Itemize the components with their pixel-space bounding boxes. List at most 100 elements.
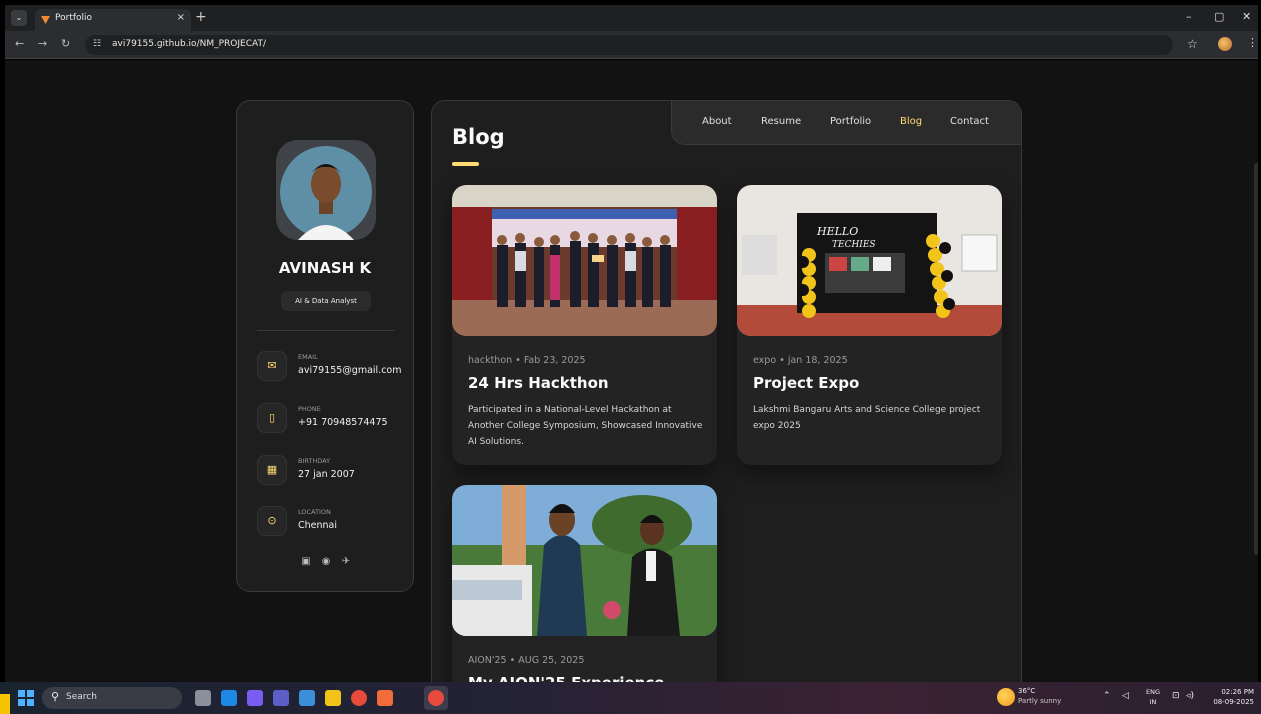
page-title: Blog: [452, 125, 505, 149]
tab-search-button[interactable]: ⌄: [11, 10, 27, 26]
tab-title: Portfolio: [55, 13, 93, 23]
title-underline: [452, 162, 479, 166]
sidebar-divider: [257, 330, 395, 331]
new-tab-button[interactable]: +: [195, 9, 207, 25]
contact-label: BIRTHDAY: [298, 457, 331, 465]
search-label: Search: [66, 692, 97, 702]
contact-label: LOCATION: [298, 508, 331, 516]
profile-sidebar: AVINASH K AI & Data Analyst ✉ EMAIL avi7…: [236, 100, 414, 592]
post-category: expo: [753, 355, 777, 366]
meta-dot: •: [779, 355, 788, 366]
close-window-button[interactable]: ✕: [1242, 10, 1251, 23]
tab-close-icon[interactable]: ×: [177, 12, 185, 23]
bookmark-star-icon[interactable]: ☆: [1187, 37, 1198, 51]
taskbar: ⚲ Search 36°C Partly sunny ⌃ ◁ ENG IN ⊡ …: [0, 682, 1261, 714]
corner-accent: [0, 694, 10, 714]
menu-kebab-icon[interactable]: ⋮: [1247, 36, 1258, 49]
clock-time: 02:26 PM: [1221, 688, 1254, 696]
windows-start-icon[interactable]: [18, 690, 34, 706]
post-date: jan 18, 2025: [787, 355, 848, 366]
contact-label: EMAIL: [298, 353, 318, 361]
expo-sign-line-2: TECHIES: [832, 240, 876, 250]
github-icon[interactable]: ◉: [320, 556, 332, 568]
meta-dot: •: [515, 355, 524, 366]
nav-blog[interactable]: Blog: [900, 116, 922, 127]
main-content: About Resume Portfolio Blog Contact Blog: [431, 100, 1022, 682]
search-icon: ⚲: [51, 690, 60, 703]
file-explorer-icon[interactable]: [325, 690, 341, 706]
post-image[interactable]: [452, 485, 717, 636]
contact-location: ⊙ LOCATION Chennai: [257, 506, 407, 542]
address-bar[interactable]: ☷ avi79155.github.io/NM_PROJECAT/: [85, 35, 1173, 55]
profile-avatar-icon[interactable]: [1218, 37, 1232, 51]
weather-temp: 36°C: [1018, 687, 1036, 695]
weather-desc: Partly sunny: [1018, 697, 1062, 705]
post-meta: expo • jan 18, 2025: [753, 355, 848, 366]
calendar-icon: ▦: [257, 455, 287, 485]
network-icon[interactable]: ⊡: [1172, 691, 1180, 701]
reload-icon[interactable]: ↻: [61, 37, 70, 50]
weather-icon[interactable]: [997, 688, 1015, 706]
phone-icon: ▯: [257, 403, 287, 433]
post-meta: AION'25 • AUG 25, 2025: [468, 655, 584, 666]
post-title[interactable]: My AION'25 Experience: [468, 674, 664, 682]
browser-toolbar: ← → ↻ ☷ avi79155.github.io/NM_PROJECAT/ …: [5, 31, 1258, 59]
app-icon[interactable]: [377, 690, 393, 706]
post-category: hackthon: [468, 355, 513, 366]
chrome-active-icon[interactable]: [428, 690, 444, 706]
avatar: [276, 140, 376, 240]
twitter-icon[interactable]: ✈: [340, 556, 352, 568]
profile-name: AVINASH K: [278, 259, 372, 277]
volume-icon[interactable]: ◃): [1186, 691, 1194, 701]
site-info-icon[interactable]: ☷: [93, 39, 101, 49]
nav-resume[interactable]: Resume: [761, 116, 801, 127]
blog-post-card[interactable]: hackthon • Fab 23, 2025 24 Hrs Hackthon …: [452, 185, 717, 465]
back-icon[interactable]: ←: [15, 37, 24, 50]
post-title[interactable]: 24 Hrs Hackthon: [468, 374, 609, 392]
linkedin-icon[interactable]: ▣: [300, 556, 312, 568]
browser-tab[interactable]: Portfolio ×: [35, 9, 191, 31]
nav-contact[interactable]: Contact: [950, 116, 989, 127]
language-indicator[interactable]: ENG IN: [1143, 687, 1163, 707]
email-link[interactable]: avi79155@gmail.com: [298, 365, 402, 376]
store-icon[interactable]: [299, 690, 315, 706]
contact-label: PHONE: [298, 405, 321, 413]
minimize-button[interactable]: –: [1186, 10, 1192, 23]
contact-email: ✉ EMAIL avi79155@gmail.com: [257, 351, 407, 387]
birthday-value: 27 jan 2007: [298, 469, 355, 480]
nav-about[interactable]: About: [702, 116, 732, 127]
mail-icon: ✉: [257, 351, 287, 381]
post-date: Fab 23, 2025: [523, 355, 586, 366]
lang-top: ENG: [1145, 688, 1160, 696]
post-text: Lakshmi Bangaru Arts and Science College…: [753, 405, 981, 431]
tray-chevron-icon[interactable]: ⌃: [1103, 691, 1111, 701]
contact-phone: ▯ PHONE +91 70948574475: [257, 403, 407, 439]
browser-tab-bar: ⌄ Portfolio × + – ▢ ✕: [5, 5, 1258, 31]
copilot-icon[interactable]: [247, 690, 263, 706]
edge-icon[interactable]: [221, 690, 237, 706]
post-text: Participated in a National-Level Hackath…: [468, 405, 703, 447]
post-title[interactable]: Project Expo: [753, 374, 859, 392]
social-links: ▣ ◉ ✈: [300, 556, 360, 570]
teams-icon[interactable]: [273, 690, 289, 706]
page-scrollbar[interactable]: [1254, 163, 1258, 555]
post-image[interactable]: [452, 185, 717, 336]
clock-date: 08-09-2025: [1213, 698, 1254, 706]
location-value: Chennai: [298, 520, 338, 531]
task-view-icon[interactable]: [195, 690, 211, 706]
forward-icon[interactable]: →: [38, 37, 47, 50]
chrome-icon[interactable]: [351, 690, 367, 706]
post-image[interactable]: HELLO TECHIES: [737, 185, 1002, 336]
location-icon: ⊙: [257, 506, 287, 536]
portfolio-favicon-icon: [41, 16, 50, 24]
system-clock[interactable]: 02:26 PM 08-09-2025: [1208, 687, 1254, 707]
profile-role-badge: AI & Data Analyst: [281, 291, 371, 311]
location-arrow-icon[interactable]: ◁: [1122, 691, 1129, 701]
maximize-button[interactable]: ▢: [1214, 10, 1224, 23]
page-viewport: AVINASH K AI & Data Analyst ✉ EMAIL avi7…: [5, 60, 1258, 682]
blog-post-card[interactable]: HELLO TECHIES expo • jan 18, 2025 Projec…: [737, 185, 1002, 465]
nav-portfolio[interactable]: Portfolio: [830, 116, 871, 127]
taskbar-search[interactable]: ⚲ Search: [42, 687, 182, 709]
phone-link[interactable]: +91 70948574475: [298, 417, 388, 428]
blog-post-card[interactable]: AION'25 • AUG 25, 2025 My AION'25 Experi…: [452, 485, 717, 682]
